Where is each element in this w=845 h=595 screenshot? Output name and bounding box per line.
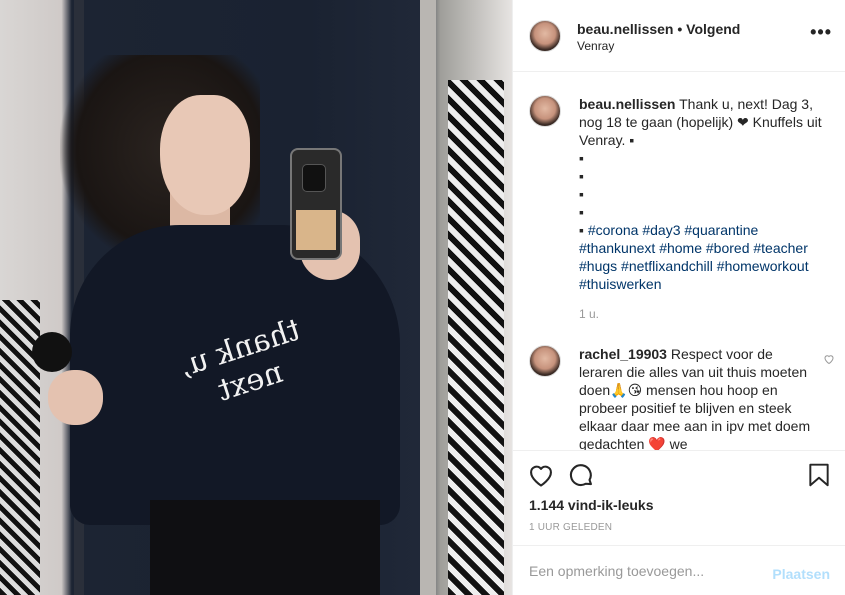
comment-input[interactable] (529, 561, 759, 581)
more-options-icon[interactable]: ••• (810, 22, 832, 43)
post-timestamp[interactable]: 1 UUR GELEDEN (529, 522, 612, 533)
commenter-avatar[interactable] (529, 345, 561, 377)
caption-dot: ▪ (579, 204, 584, 220)
phone (290, 148, 342, 260)
hand-left (48, 370, 103, 425)
post-image[interactable]: thank u, next (0, 0, 512, 595)
post-header: beau.nellissen • Volgend Venray ••• (513, 0, 845, 72)
add-comment-bar: Plaatsen (513, 545, 845, 595)
hashtag-link[interactable]: #bored (706, 240, 750, 256)
hashtag-link[interactable]: #corona (588, 222, 639, 238)
caption-age[interactable]: 1 u. (579, 305, 833, 323)
hashtag-block: ▪ #corona #day3 #quarantine #thankunext … (579, 221, 833, 293)
caption-dot: ▪ (579, 186, 584, 202)
hashtag-link[interactable]: #home (659, 240, 702, 256)
location-link[interactable]: Venray (577, 39, 614, 53)
hashtag-link[interactable]: #hugs (579, 258, 617, 274)
sticker (32, 332, 72, 372)
caption-body: beau.nellissen Thank u, next! Dag 3, nog… (579, 95, 833, 323)
header-username-line: beau.nellissen • Volgend (577, 21, 740, 37)
hashtag-link[interactable]: #day3 (642, 222, 680, 238)
mirror-frame-right (420, 0, 436, 595)
caption-username[interactable]: beau.nellissen (579, 96, 675, 112)
caption-avatar[interactable] (529, 95, 561, 127)
pants (150, 500, 380, 595)
face (160, 95, 250, 215)
post-comment-button[interactable]: Plaatsen (772, 566, 830, 582)
hashtag-link[interactable]: #homeworkout (717, 258, 809, 274)
bookmark-icon[interactable] (806, 461, 832, 489)
comment-icon[interactable] (567, 461, 595, 489)
author-avatar[interactable] (529, 20, 561, 52)
comment-username[interactable]: rachel_19903 (579, 346, 667, 362)
post-panel: beau.nellissen • Volgend Venray ••• beau… (512, 0, 845, 595)
hashtag-link[interactable]: #teacher (753, 240, 807, 256)
phone-card (296, 210, 336, 250)
author-username[interactable]: beau.nellissen (577, 21, 673, 37)
post-actions: 1.144 vind-ik-leuks 1 UUR GELEDEN (513, 450, 845, 545)
likes-count[interactable]: 1.144 vind-ik-leuks (529, 497, 654, 513)
separator: • (673, 21, 687, 37)
hashtag-link[interactable]: #quarantine (684, 222, 758, 238)
hashtag-link[interactable]: #thuiswerken (579, 276, 662, 292)
comments-section[interactable]: beau.nellissen Thank u, next! Dag 3, nog… (513, 73, 845, 450)
comment-body: rachel_19903 Respect voor de leraren die… (579, 345, 819, 450)
follow-button[interactable]: Volgend (686, 21, 740, 37)
comment-like-icon[interactable] (823, 353, 835, 365)
houndstooth-coat (448, 80, 504, 595)
caption-dot: ▪ (579, 150, 584, 166)
caption-dot: ▪ (579, 168, 584, 184)
caption-bullet: ▪ (579, 222, 588, 238)
hashtag-link[interactable]: #netflixandchill (621, 258, 713, 274)
phone-camera (302, 164, 326, 192)
heart-icon[interactable] (527, 461, 555, 489)
hashtag-link[interactable]: #thankunext (579, 240, 655, 256)
